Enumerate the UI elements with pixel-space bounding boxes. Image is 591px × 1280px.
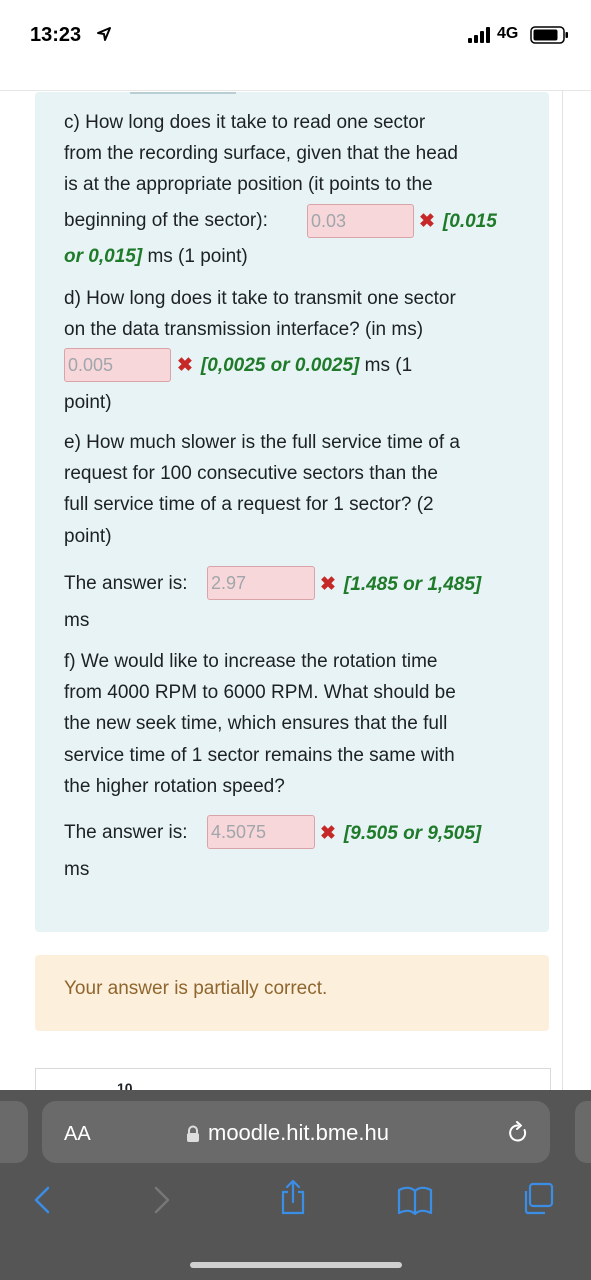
answer-c-input[interactable]: 0.03 <box>307 204 414 238</box>
location-arrow-icon <box>97 27 111 41</box>
question-e-line: full service time of a request for 1 sec… <box>64 494 434 515</box>
share-icon[interactable] <box>279 1178 307 1216</box>
answer-f-unit: ms <box>64 859 90 880</box>
answer-f-feedback: ✖ [9.505 or 9,505] <box>320 823 482 844</box>
question-f-line: f) We would like to increase the rotatio… <box>64 651 438 672</box>
lock-icon <box>187 1125 199 1142</box>
status-bar: 13:23 4G <box>0 0 591 70</box>
question-d-tail2: point) <box>64 392 112 413</box>
answer-d-feedback: ✖ [0,0025 or 0.0025] ms (1 <box>177 355 413 376</box>
answer-c-feedback-cont: or 0,015] ms (1 point) <box>64 246 248 267</box>
answer-f-input[interactable]: 4.5075 <box>207 815 315 849</box>
question-d-tail: ms (1 <box>364 355 413 376</box>
question-f-line: service time of 1 sector remains the sam… <box>64 745 455 766</box>
question-c-line: is at the appropriate position (it point… <box>64 174 433 195</box>
outcome-text: Your answer is partially correct. <box>64 978 328 999</box>
question-c-line: from the recording surface, given that t… <box>64 143 458 164</box>
bookmarks-icon[interactable] <box>397 1186 433 1216</box>
panel-tab-edge <box>130 92 236 94</box>
answer-d-input[interactable]: 0.005 <box>64 348 171 382</box>
text-size-button[interactable]: AA <box>64 1123 91 1146</box>
answer-e-input[interactable]: 2.97 <box>207 566 315 600</box>
question-c-tail: ms (1 point) <box>147 246 248 267</box>
home-indicator <box>190 1262 402 1268</box>
previous-tab-preview[interactable] <box>0 1101 28 1163</box>
question-d-line: d) How long does it take to transmit one… <box>64 288 456 309</box>
question-e-line: request for 100 consecutive sectors than… <box>64 463 438 484</box>
content-border <box>562 90 563 1090</box>
question-d-line: on the data transmission interface? (in … <box>64 319 424 340</box>
answer-e-label: The answer is: <box>64 573 188 594</box>
question-f-line: from 4000 RPM to 6000 RPM. What should b… <box>64 682 456 703</box>
question-c-line: c) How long does it take to read one sec… <box>64 112 426 133</box>
incorrect-icon: ✖ <box>419 211 435 232</box>
reload-icon[interactable] <box>506 1121 530 1145</box>
tabs-icon[interactable] <box>521 1182 555 1216</box>
question-c-line: beginning of the sector): <box>64 210 268 231</box>
outcome-feedback: Your answer is partially correct. <box>35 955 549 1031</box>
back-icon[interactable] <box>30 1185 54 1215</box>
incorrect-icon: ✖ <box>320 574 336 595</box>
battery-icon <box>530 26 568 44</box>
signal-icon <box>468 27 490 43</box>
answer-f-label: The answer is: <box>64 822 188 843</box>
header-divider <box>0 90 591 91</box>
question-f-line: the higher rotation speed? <box>64 776 285 797</box>
answer-e-feedback: ✖ [1.485 or 1,485] <box>320 574 482 595</box>
incorrect-icon: ✖ <box>177 355 193 376</box>
next-tab-preview[interactable] <box>575 1101 591 1163</box>
answer-e-unit: ms <box>64 610 90 631</box>
url-text[interactable]: moodle.hit.bme.hu <box>208 1120 389 1146</box>
question-e-line: e) How much slower is the full service t… <box>64 432 460 453</box>
network-type: 4G <box>497 25 519 42</box>
answer-c-feedback: ✖ [0.015 <box>419 211 497 232</box>
forward-icon[interactable] <box>150 1185 174 1215</box>
question-e-line: point) <box>64 526 112 547</box>
clock: 13:23 <box>30 24 82 46</box>
question-f-line: the new seek time, which ensures that th… <box>64 713 448 734</box>
incorrect-icon: ✖ <box>320 823 336 844</box>
